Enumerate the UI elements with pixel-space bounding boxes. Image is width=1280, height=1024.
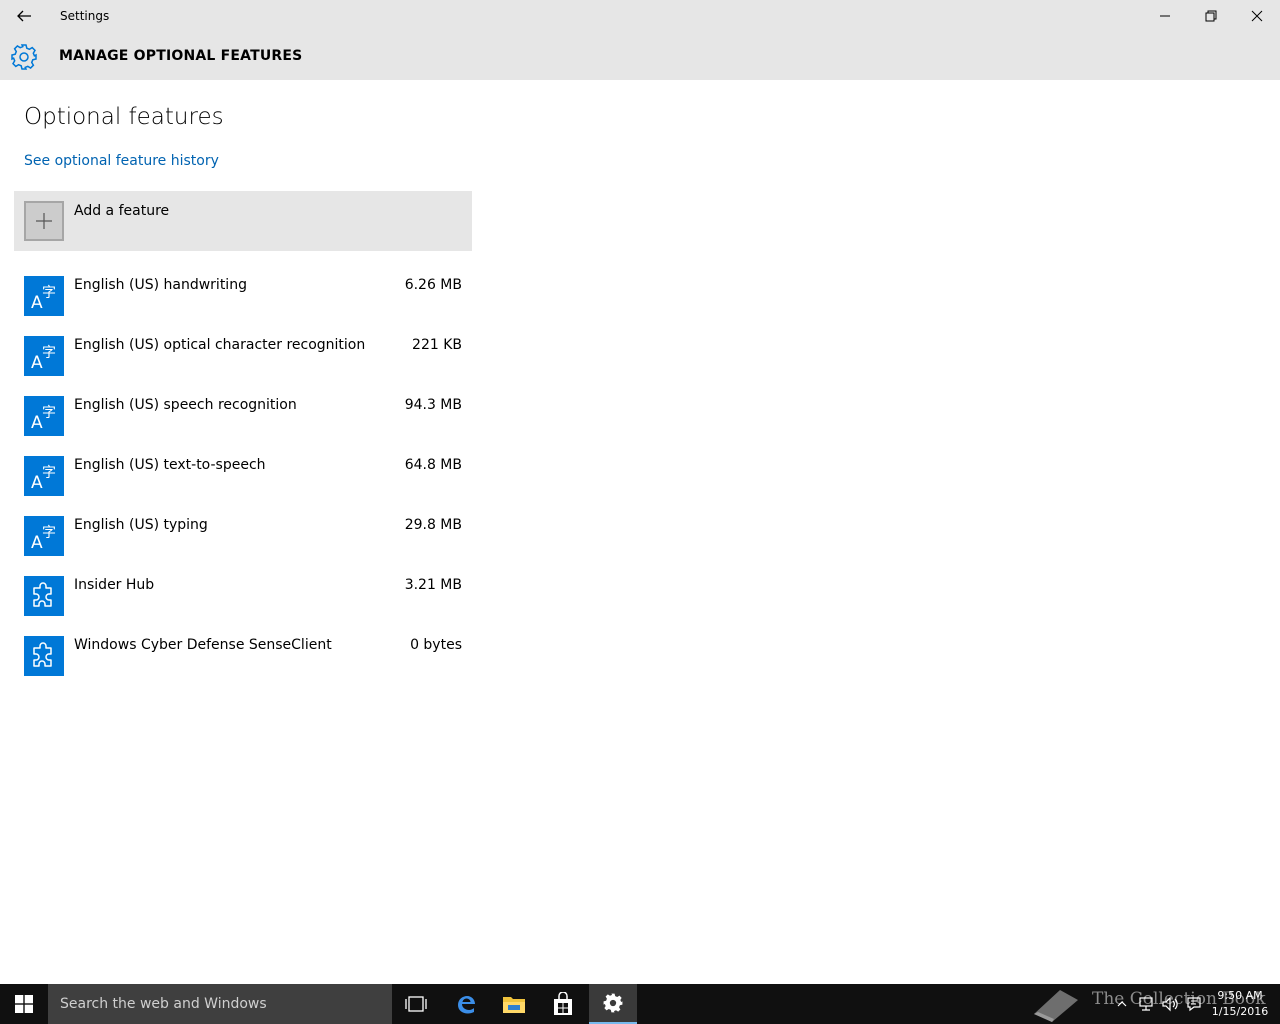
- store-bag-icon: [554, 992, 572, 1015]
- svg-text:字: 字: [42, 465, 56, 481]
- language-icon: A字: [24, 276, 64, 316]
- feature-size: 3.21 MB: [404, 577, 462, 593]
- feature-history-link[interactable]: See optional feature history: [24, 153, 219, 169]
- svg-text:字: 字: [42, 405, 56, 421]
- gear-icon: [603, 993, 623, 1013]
- feature-name: Insider Hub: [74, 577, 155, 593]
- task-view-icon: [405, 996, 427, 1012]
- svg-text:字: 字: [42, 345, 56, 361]
- feature-size: 64.8 MB: [404, 457, 462, 473]
- tray-overflow-button[interactable]: [1112, 994, 1132, 1014]
- feature-name: English (US) speech recognition: [74, 397, 297, 413]
- minimize-button[interactable]: [1142, 0, 1188, 32]
- feature-item[interactable]: Insider Hub 3.21 MB: [14, 566, 472, 626]
- gear-icon: [11, 44, 37, 70]
- network-button[interactable]: [1136, 994, 1156, 1014]
- settings-taskbar-button[interactable]: [589, 984, 637, 1024]
- page-title: Optional features: [24, 104, 224, 130]
- feature-size: 221 KB: [412, 337, 462, 353]
- start-button[interactable]: [0, 984, 48, 1024]
- close-button[interactable]: [1234, 0, 1280, 32]
- puzzle-icon: [24, 636, 64, 676]
- feature-item[interactable]: A字 English (US) text-to-speech 64.8 MB: [14, 446, 472, 506]
- speaker-icon: [1162, 996, 1178, 1012]
- clock-date: 1/15/2016: [1211, 1005, 1269, 1018]
- feature-item[interactable]: A字 English (US) handwriting 6.26 MB: [14, 266, 472, 326]
- language-icon: A字: [24, 516, 64, 556]
- feature-size: 29.8 MB: [404, 517, 462, 533]
- add-feature-button[interactable]: Add a feature: [14, 191, 472, 251]
- feature-item[interactable]: A字 English (US) speech recognition 94.3 …: [14, 386, 472, 446]
- book-icon: [1034, 990, 1078, 1022]
- feature-size: 0 bytes: [410, 637, 462, 653]
- restore-button[interactable]: [1188, 0, 1234, 32]
- taskbar-clock[interactable]: 9:50 AM 1/15/2016: [1208, 988, 1272, 1020]
- app-title: Settings: [60, 9, 110, 23]
- restore-icon: [1205, 10, 1217, 22]
- windows-logo-icon: [15, 995, 33, 1013]
- task-view-button[interactable]: [392, 984, 440, 1024]
- page-header: MANAGE OPTIONAL FEATURES: [0, 32, 1280, 80]
- edge-button[interactable]: [442, 984, 490, 1024]
- language-icon: A字: [24, 456, 64, 496]
- svg-text:字: 字: [42, 285, 56, 301]
- title-bar: Settings: [0, 0, 1280, 32]
- language-icon: A字: [24, 336, 64, 376]
- feature-size: 94.3 MB: [404, 397, 462, 413]
- feature-name: English (US) optical character recogniti…: [74, 337, 366, 353]
- clock-time: 9:50 AM: [1217, 989, 1263, 1002]
- file-explorer-button[interactable]: [490, 984, 538, 1024]
- language-icon: A字: [24, 396, 64, 436]
- back-button[interactable]: [0, 0, 48, 32]
- store-button[interactable]: [539, 984, 587, 1024]
- minimize-icon: [1160, 15, 1170, 17]
- back-arrow-icon: [17, 10, 31, 22]
- feature-name: English (US) typing: [74, 517, 208, 533]
- puzzle-icon: [24, 576, 64, 616]
- header-title: MANAGE OPTIONAL FEATURES: [59, 48, 303, 64]
- action-center-button[interactable]: [1184, 994, 1204, 1014]
- svg-text:字: 字: [42, 525, 56, 541]
- folder-icon: [503, 997, 525, 1013]
- notification-icon: [1187, 997, 1201, 1012]
- network-icon: [1139, 997, 1153, 1011]
- feature-item[interactable]: A字 English (US) typing 29.8 MB: [14, 506, 472, 566]
- feature-item[interactable]: A字 English (US) optical character recogn…: [14, 326, 472, 386]
- feature-name: English (US) text-to-speech: [74, 457, 266, 473]
- feature-item[interactable]: Windows Cyber Defense SenseClient 0 byte…: [14, 626, 472, 686]
- add-feature-label: Add a feature: [74, 203, 170, 219]
- search-placeholder: Search the web and Windows: [60, 996, 267, 1012]
- close-icon: [1251, 10, 1263, 22]
- plus-icon: [24, 201, 64, 241]
- edge-icon: [458, 996, 475, 1014]
- taskbar-search-box[interactable]: Search the web and Windows: [48, 984, 392, 1024]
- feature-name: English (US) handwriting: [74, 277, 247, 293]
- chevron-up-icon: [1117, 1001, 1127, 1007]
- feature-name: Windows Cyber Defense SenseClient: [74, 637, 332, 653]
- volume-button[interactable]: [1160, 994, 1180, 1014]
- feature-size: 6.26 MB: [404, 277, 462, 293]
- taskbar: Search the web and Windows The Collectio…: [0, 984, 1280, 1024]
